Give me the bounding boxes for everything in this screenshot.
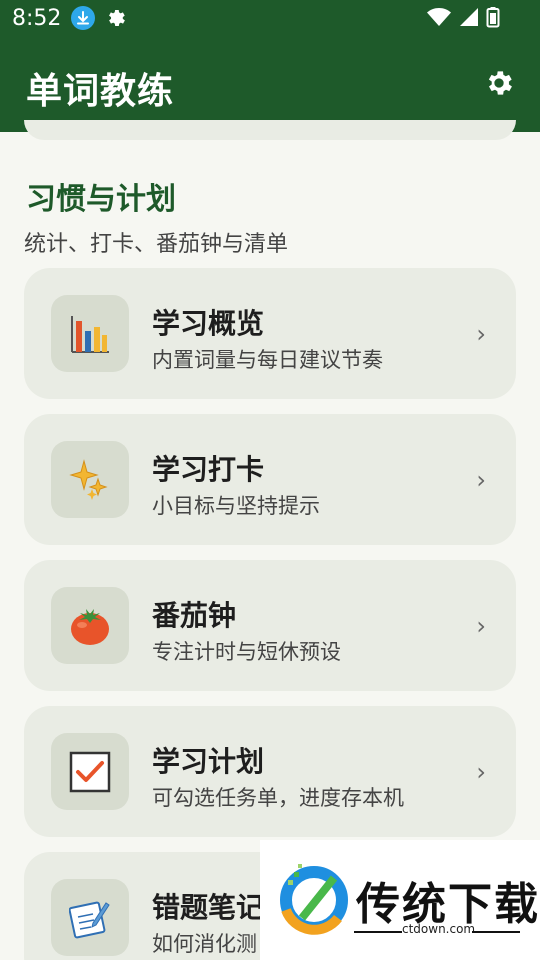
watermark: 传统下载 ctdown.com bbox=[260, 840, 540, 960]
chevron-right-icon: › bbox=[476, 320, 486, 348]
app-bar: 8:52 单词教练 bbox=[0, 0, 540, 132]
card-title: 学习概览 bbox=[152, 307, 265, 340]
battery-icon bbox=[486, 6, 500, 32]
card-icon-box bbox=[51, 295, 129, 372]
sparkles-icon bbox=[69, 458, 108, 500]
card-icon-box bbox=[51, 441, 129, 518]
card-title: 学习打卡 bbox=[152, 453, 265, 486]
card-description: 专注计时与短休预设 bbox=[152, 640, 341, 664]
card-study-checkin[interactable]: 学习打卡 小目标与坚持提示 › bbox=[24, 414, 516, 545]
card-description: 小目标与坚持提示 bbox=[152, 494, 320, 518]
chevron-right-icon: › bbox=[476, 612, 486, 640]
download-icon bbox=[71, 6, 96, 30]
card-pomodoro[interactable]: 番茄钟 专注计时与短休预设 › bbox=[24, 560, 516, 691]
previous-card-bottom bbox=[24, 120, 516, 140]
card-title: 学习计划 bbox=[152, 745, 265, 778]
status-time: 8:52 bbox=[12, 5, 62, 31]
watermark-url: ctdown.com bbox=[402, 922, 476, 936]
card-description: 如何消化测 bbox=[152, 932, 257, 956]
watermark-divider bbox=[472, 931, 520, 933]
cellular-signal-icon bbox=[458, 6, 480, 32]
card-description: 内置词量与每日建议节奏 bbox=[152, 348, 383, 372]
bar-chart-icon bbox=[71, 315, 109, 353]
card-icon-box bbox=[51, 587, 129, 664]
card-description: 可勾选任务单，进度存本机 bbox=[152, 786, 404, 810]
status-bar: 8:52 bbox=[0, 0, 540, 36]
watermark-logo-icon bbox=[280, 864, 348, 935]
status-gear-icon bbox=[105, 7, 127, 29]
section-title: 习惯与计划 bbox=[26, 182, 176, 217]
card-icon-box bbox=[51, 879, 129, 956]
card-study-overview[interactable]: 学习概览 内置词量与每日建议节奏 › bbox=[24, 268, 516, 399]
section-subtitle: 统计、打卡、番茄钟与清单 bbox=[24, 232, 289, 257]
settings-gear-icon bbox=[488, 71, 512, 95]
card-title: 番茄钟 bbox=[152, 599, 237, 632]
chevron-right-icon: › bbox=[476, 466, 486, 494]
card-title: 错题笔记 bbox=[152, 891, 265, 924]
watermark-divider bbox=[354, 931, 402, 933]
card-icon-box bbox=[51, 733, 129, 810]
status-indicators bbox=[426, 6, 500, 32]
checkbox-icon bbox=[69, 751, 111, 792]
notebook-pen-icon bbox=[69, 901, 110, 938]
wifi-icon bbox=[426, 6, 452, 32]
chevron-right-icon: › bbox=[476, 758, 486, 786]
tomato-icon bbox=[71, 608, 109, 645]
card-study-plan[interactable]: 学习计划 可勾选任务单，进度存本机 › bbox=[24, 706, 516, 837]
app-title: 单词教练 bbox=[26, 71, 175, 112]
settings-button[interactable] bbox=[482, 66, 516, 100]
